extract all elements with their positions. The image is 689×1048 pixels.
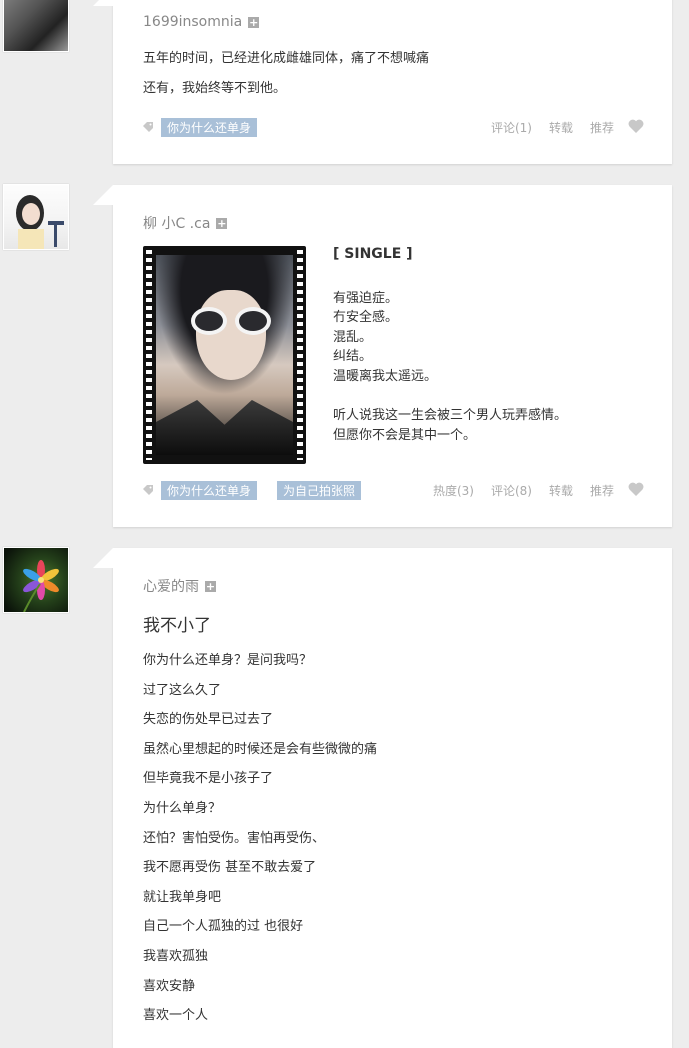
post-card: 柳 小C .ca + [ SINGLE ] 有强迫症。 冇安全感。 混乱。 纠结… — [93, 185, 672, 527]
heat-link[interactable]: 热度(3) — [433, 482, 474, 499]
reblog-link[interactable]: 转载 — [549, 482, 573, 499]
post-card: 心爱的雨 + 我不小了 你为什么还单身？是问我吗？ 过了这么久了 失恋的伤处早已… — [93, 548, 672, 1048]
photo-collar — [156, 400, 293, 455]
avatar-image — [16, 195, 64, 249]
follow-plus-icon[interactable]: + — [248, 16, 260, 28]
tag-icon — [143, 485, 153, 495]
text-line: 听人说我这一生会被三个男人玩弄感情。 — [333, 408, 568, 423]
film-holes — [297, 250, 303, 460]
text-line: 温暖离我太遥远。 — [333, 369, 438, 384]
post-text-line: 你为什么还单身？是问我吗？ — [143, 653, 313, 668]
follow-plus-icon[interactable]: + — [216, 217, 228, 229]
tag-link[interactable]: 你为什么还单身 — [161, 117, 258, 137]
post-text-line: 我不愿再受伤 甚至不敢去爱了 — [143, 860, 317, 875]
post-text-line: 过了这么久了 — [143, 683, 222, 698]
post-author: 柳 小C .ca + — [143, 213, 228, 233]
post-title[interactable]: 我不小了 — [143, 611, 211, 636]
post-card: 1699insomnia + 五年的时间，已经进化成雌雄同体，痛了不想喊痛 还有… — [93, 0, 672, 164]
post-text-line: 喜欢安静 — [143, 979, 196, 994]
post-text-line: 失恋的伤处早已过去了 — [143, 712, 274, 727]
tag-link[interactable]: 你为什么还单身 — [161, 480, 258, 500]
heart-icon[interactable] — [628, 482, 644, 499]
tag-link[interactable]: 为自己拍张照 — [277, 480, 362, 500]
post-text-line: 还怕？害怕受伤。害怕再受伤、 — [143, 831, 326, 846]
card-notch — [93, 548, 113, 568]
post-footer: 你为什么还单身 评论(1) 转载 推荐 — [143, 117, 644, 137]
post-author: 1699insomnia + — [143, 14, 260, 30]
post-footer: 你为什么还单身 为自己拍张照 热度(3) 评论(8) 转载 推荐 — [143, 480, 644, 500]
author-name[interactable]: 1699insomnia — [143, 14, 242, 30]
heart-icon[interactable] — [628, 119, 644, 136]
text-line: 冇安全感。 — [333, 310, 399, 325]
text-line: 有强迫症。 — [333, 291, 399, 306]
recommend-link[interactable]: 推荐 — [590, 482, 614, 499]
card-notch — [93, 0, 113, 6]
post-text-line: 喜欢一个人 — [143, 1008, 209, 1023]
author-name[interactable]: 柳 小C .ca — [143, 213, 210, 233]
comment-link[interactable]: 评论(1) — [491, 119, 532, 136]
text-line: 混乱。 — [333, 330, 373, 345]
avatar[interactable] — [3, 184, 69, 250]
avatar[interactable] — [3, 0, 69, 52]
post-text-line: 但毕竟我不是小孩子了 — [143, 771, 274, 786]
comment-link[interactable]: 评论(8) — [491, 482, 532, 499]
post-text-line: 为什么单身？ — [143, 801, 222, 816]
recommend-link[interactable]: 推荐 — [590, 119, 614, 136]
avatar[interactable] — [3, 547, 69, 613]
card-notch — [93, 185, 113, 205]
text-line: 但愿你不会是其中一个。 — [333, 428, 477, 443]
follow-plus-icon[interactable]: + — [205, 580, 216, 592]
text-line: 纠结。 — [333, 349, 373, 364]
author-name[interactable]: 心爱的雨 — [143, 576, 199, 596]
post-author: 心爱的雨 + — [143, 576, 216, 596]
text-title: [ SINGLE ] — [333, 246, 413, 262]
photo-glasses — [191, 307, 276, 335]
post-text-line: 就让我单身吧 — [143, 890, 222, 905]
post-text-line: 我喜欢孤独 — [143, 949, 209, 964]
post-text-line: 自己一个人孤独的过 也很好 — [143, 919, 304, 934]
film-holes — [146, 250, 152, 460]
photo-face — [196, 290, 266, 380]
post-text-line: 五年的时间，已经进化成雌雄同体，痛了不想喊痛 — [143, 51, 430, 66]
film-strip-photo[interactable] — [143, 246, 306, 464]
post-text-line: 还有，我始终等不到他。 — [143, 81, 287, 96]
tag-icon — [143, 122, 153, 132]
selfie-photo — [156, 255, 293, 455]
reblog-link[interactable]: 转载 — [549, 119, 573, 136]
post-text-line: 虽然心里想起的时候还是会有些微微的痛 — [143, 742, 378, 757]
avatar-image — [23, 560, 59, 612]
